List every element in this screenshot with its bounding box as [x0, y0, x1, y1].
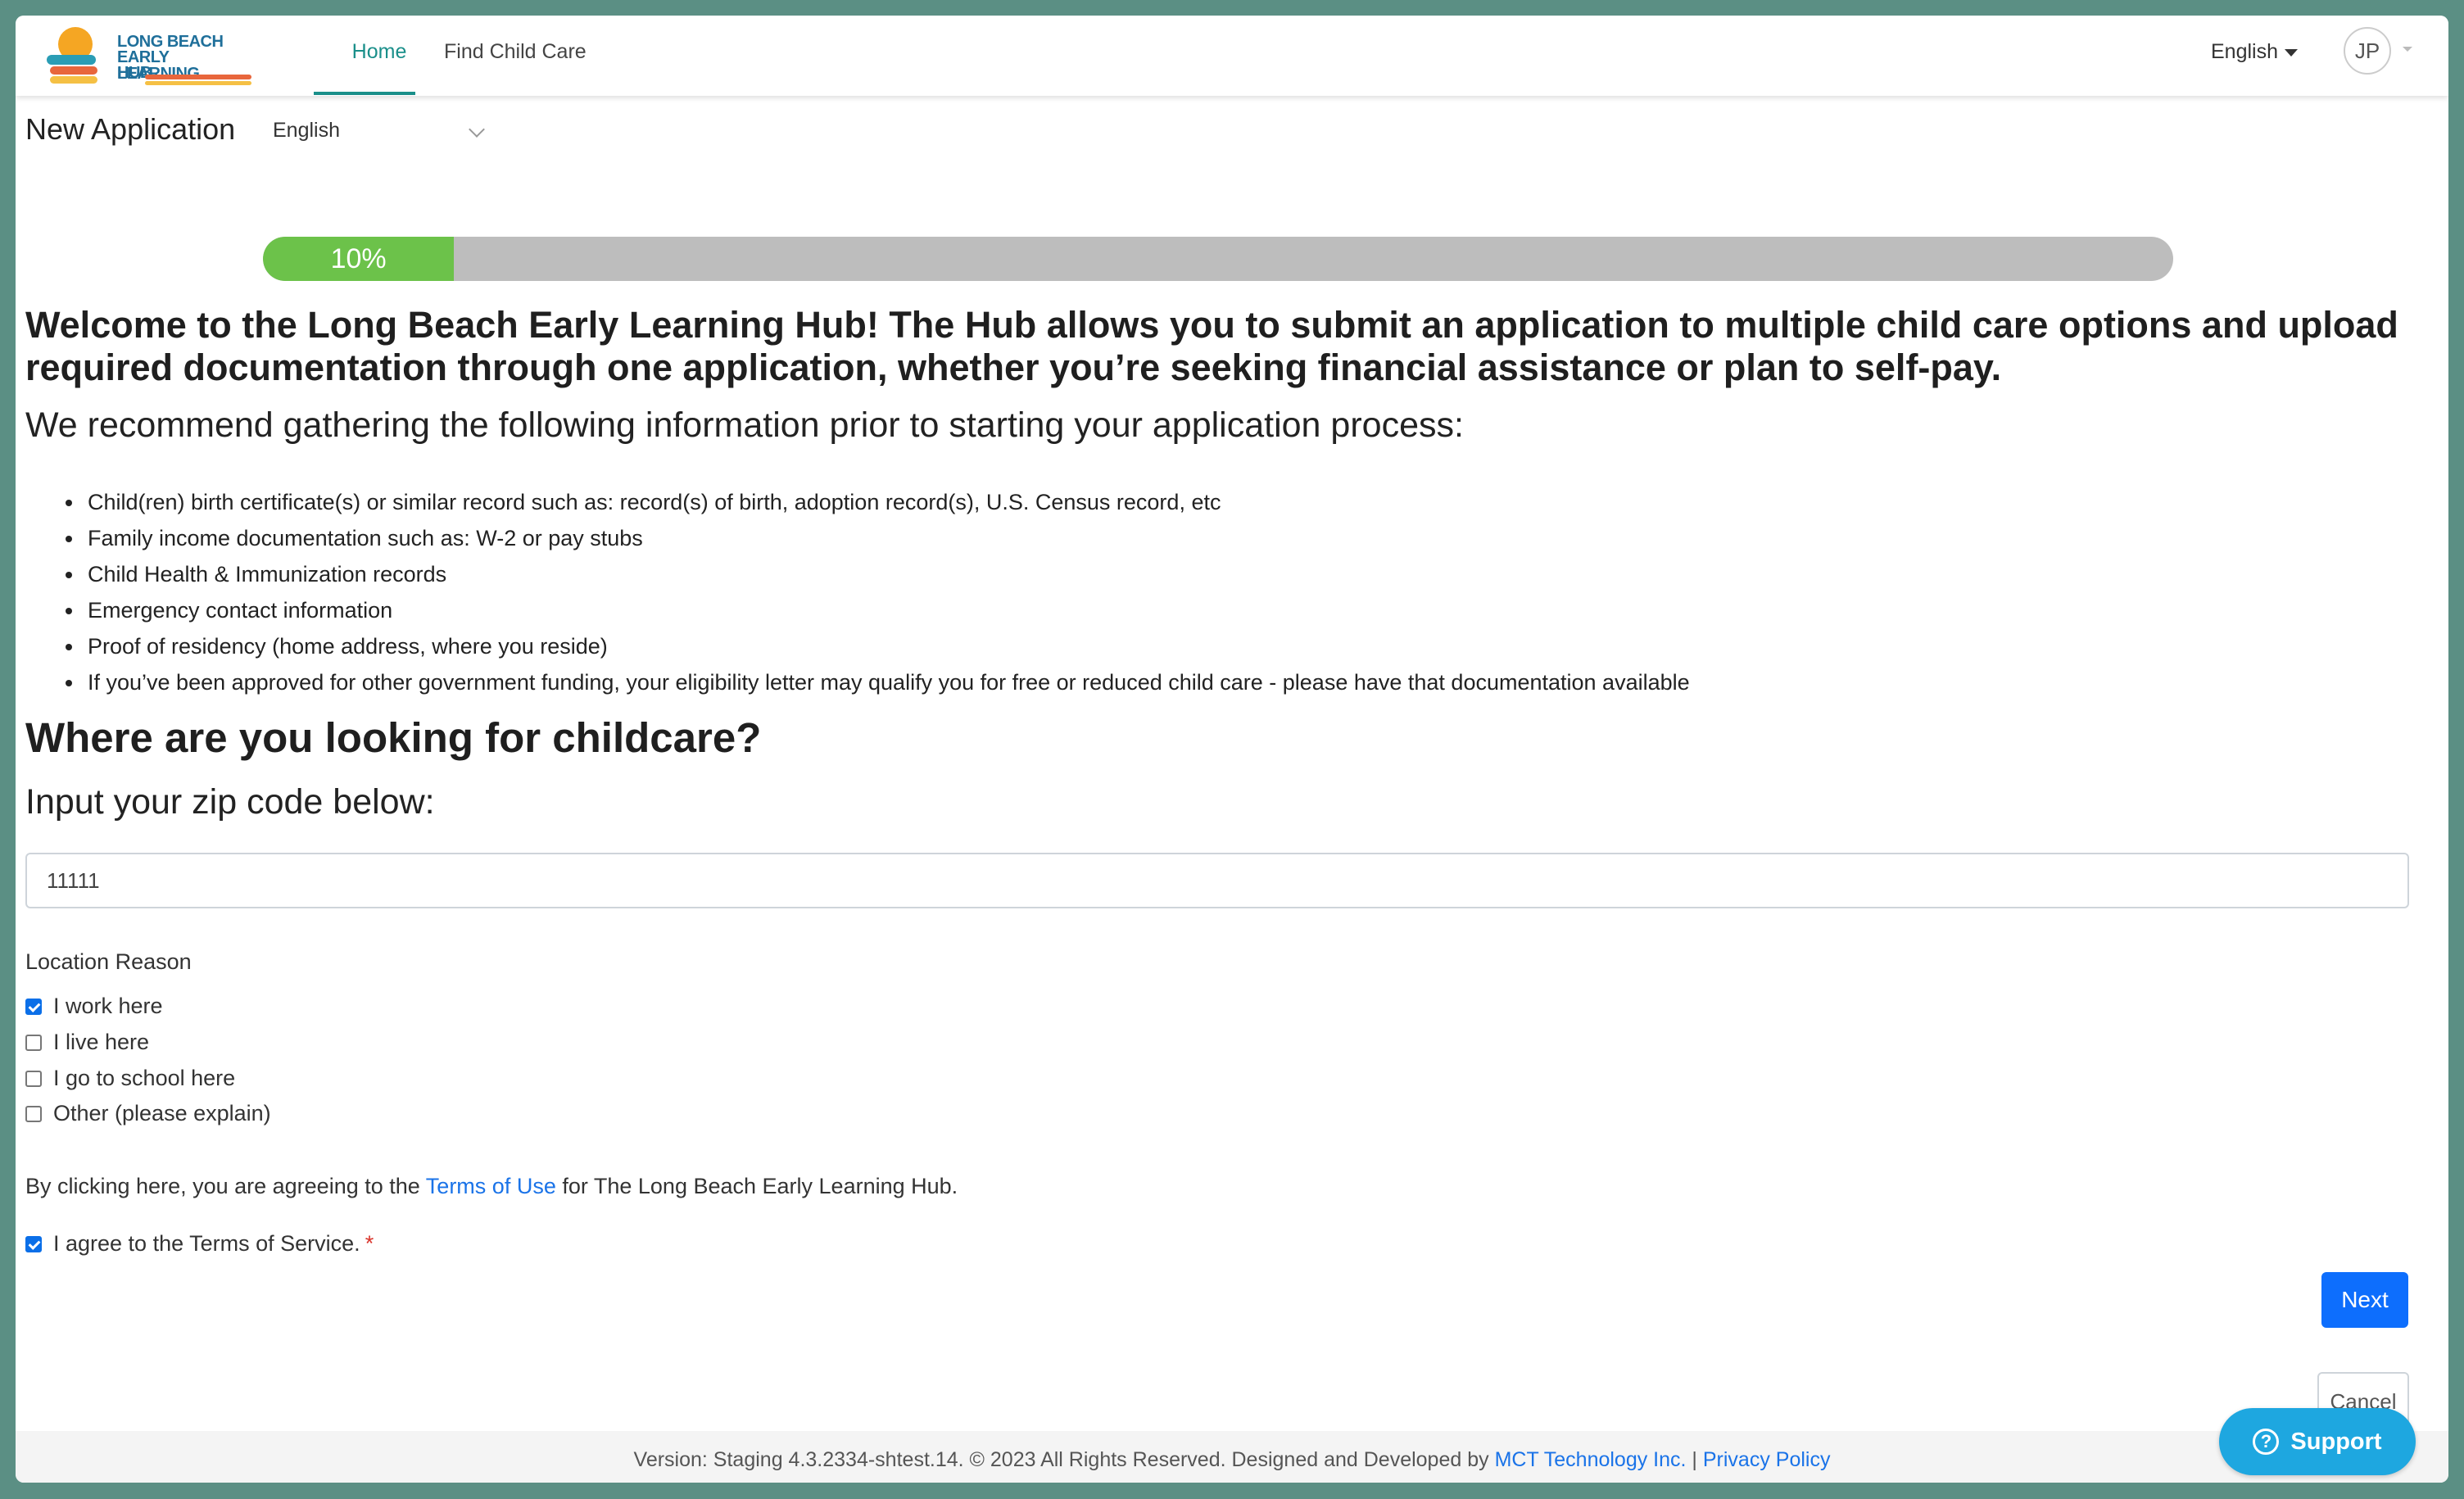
application-language-select[interactable]: English: [273, 119, 486, 148]
nav-home[interactable]: Home: [328, 40, 430, 64]
app-window: LONG BEACH EARLY LEARNING HUB Home Find …: [16, 16, 2448, 1483]
reason-checkbox[interactable]: [25, 1070, 42, 1087]
language-label: English: [2211, 40, 2278, 63]
chevron-down-icon: [469, 121, 485, 138]
zip-label: Input your zip code below:: [25, 782, 435, 822]
agree-terms-checkbox[interactable]: [25, 1235, 42, 1252]
agree-terms-label: I agree to the Terms of Service.: [53, 1231, 360, 1256]
reason-label: I live here: [53, 1030, 150, 1054]
language-select-value: English: [273, 119, 340, 142]
progress-label: 10%: [330, 243, 387, 274]
reason-checkbox[interactable]: [25, 1034, 42, 1051]
language-dropdown[interactable]: English: [2211, 40, 2298, 64]
list-item: Child Health & Immunization records: [84, 556, 1690, 592]
location-reason-label: Location Reason: [25, 949, 192, 974]
nav-find-child-care[interactable]: Find Child Care: [444, 40, 587, 64]
progress-bar: 10%: [263, 237, 2173, 281]
reason-label: Other (please explain): [53, 1101, 271, 1125]
terms-of-use-link[interactable]: Terms of Use: [426, 1174, 556, 1198]
user-avatar[interactable]: JP: [2344, 27, 2391, 75]
reason-work-here[interactable]: I work here: [25, 994, 163, 1019]
footer-text: Version: Staging 4.3.2334-shtest.14. © 2…: [633, 1448, 1495, 1471]
list-item: Child(ren) birth certificate(s) or simil…: [84, 484, 1690, 520]
privacy-policy-link[interactable]: Privacy Policy: [1703, 1448, 1831, 1471]
reason-school-here[interactable]: I go to school here: [25, 1066, 235, 1091]
reason-checkbox[interactable]: [25, 998, 42, 1015]
reason-label: I go to school here: [53, 1066, 236, 1090]
agree-terms-row[interactable]: I agree to the Terms of Service. *: [25, 1231, 374, 1257]
footer: Version: Staging 4.3.2334-shtest.14. © 2…: [16, 1431, 2448, 1483]
required-info-list: Child(ren) birth certificate(s) or simil…: [84, 484, 1690, 700]
top-navbar: LONG BEACH EARLY LEARNING HUB Home Find …: [16, 16, 2448, 96]
support-button[interactable]: ? Support: [2219, 1408, 2416, 1475]
terms-statement: By clicking here, you are agreeing to th…: [25, 1174, 958, 1198]
active-tab-indicator: [314, 92, 415, 95]
location-heading: Where are you looking for childcare?: [25, 714, 762, 761]
reason-checkbox[interactable]: [25, 1105, 42, 1122]
list-item: If you’ve been approved for other govern…: [84, 664, 1690, 700]
support-label: Support: [2290, 1428, 2382, 1455]
help-icon: ?: [2253, 1429, 2280, 1455]
logo-line1: LONG BEACH: [117, 33, 224, 51]
list-item: Proof of residency (home address, where …: [84, 628, 1690, 664]
recommend-text: We recommend gathering the following inf…: [25, 405, 1464, 445]
list-item: Family income documentation such as: W-2…: [84, 520, 1690, 556]
long-beach-logo[interactable]: LONG BEACH EARLY LEARNING HUB: [47, 22, 253, 89]
next-button[interactable]: Next: [2321, 1272, 2408, 1328]
zip-code-input[interactable]: [25, 853, 2409, 908]
list-item: Emergency contact information: [84, 592, 1690, 628]
page-title: New Application: [25, 112, 236, 146]
caret-down-icon: [2285, 48, 2298, 57]
company-link[interactable]: MCT Technology Inc.: [1495, 1448, 1687, 1471]
reason-live-here[interactable]: I live here: [25, 1030, 149, 1055]
avatar-caret-icon[interactable]: [2403, 47, 2412, 52]
required-marker: *: [365, 1231, 374, 1256]
reason-other[interactable]: Other (please explain): [25, 1101, 271, 1126]
welcome-heading: Welcome to the Long Beach Early Learning…: [25, 304, 2398, 388]
reason-label: I work here: [53, 994, 163, 1018]
